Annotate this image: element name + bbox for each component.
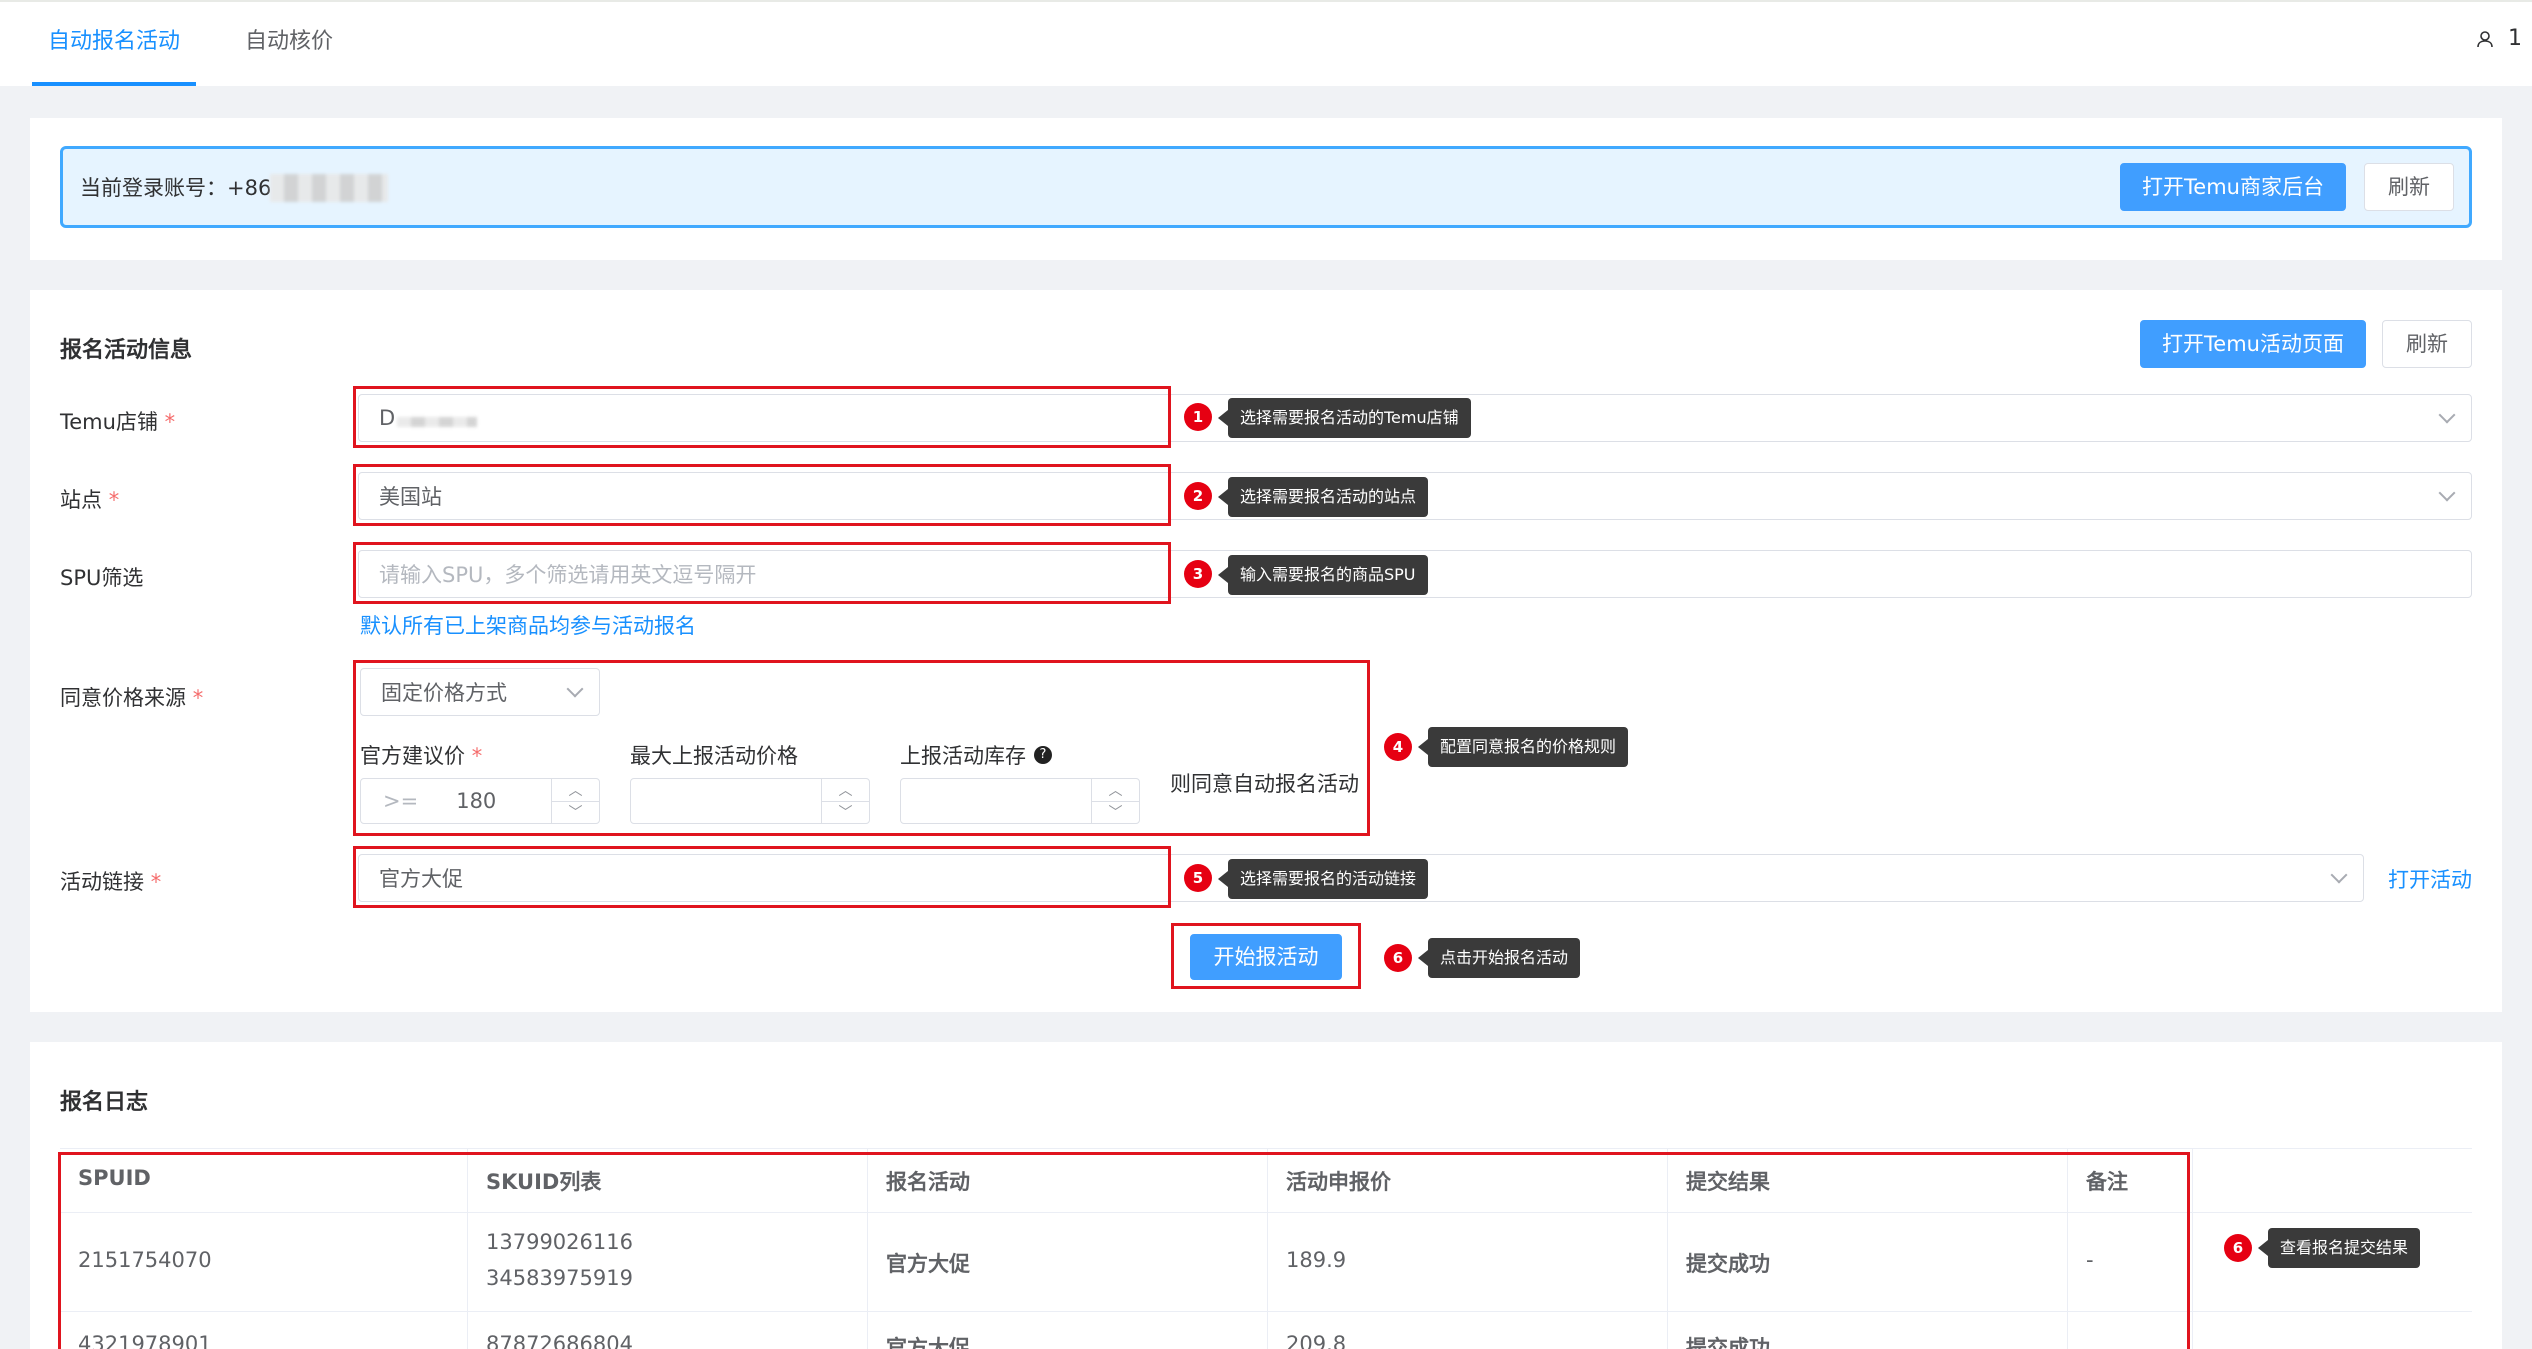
highlight-box-activity-link bbox=[353, 846, 1171, 908]
annotation-tip-2: 选择需要报名活动的站点 bbox=[1217, 477, 1429, 517]
max-price-stepper[interactable]: ︿ ﹀ bbox=[821, 779, 869, 823]
start-signup-button[interactable]: 开始报活动 bbox=[1190, 934, 1342, 980]
chevron-down-icon[interactable]: ﹀ bbox=[1092, 802, 1139, 824]
account-refresh-button[interactable]: 刷新 bbox=[2364, 163, 2454, 211]
annotation-badge-6: 6 bbox=[1384, 944, 1412, 972]
price-source-value: 固定价格方式 bbox=[381, 681, 507, 705]
annotation-tip-7: 查看报名提交结果 bbox=[2257, 1228, 2421, 1268]
chevron-down-icon bbox=[566, 680, 584, 698]
chevron-down-icon bbox=[2438, 484, 2456, 502]
spu-label: SPU筛选 bbox=[60, 566, 144, 590]
account-banner bbox=[60, 146, 2472, 228]
official-price-label: 官方建议价 * bbox=[360, 744, 483, 768]
user-label: 1 bbox=[2508, 26, 2522, 51]
official-price-stepper[interactable]: ︿ ﹀ bbox=[551, 779, 599, 823]
chevron-down-icon[interactable]: ﹀ bbox=[822, 802, 869, 824]
annotation-badge-3: 3 bbox=[1184, 560, 1212, 588]
open-temu-backend-button[interactable]: 打开Temu商家后台 bbox=[2120, 163, 2346, 211]
account-label: 当前登录账号：+86 bbox=[80, 176, 272, 200]
annotation-badge-5: 5 bbox=[1184, 864, 1212, 892]
agree-text: 则同意自动报名活动 bbox=[1170, 772, 1359, 796]
chevron-down-icon bbox=[2438, 406, 2456, 424]
tab-auto-signup[interactable]: 自动报名活动 bbox=[32, 2, 196, 86]
masked-phone-number bbox=[270, 174, 388, 202]
help-icon[interactable]: ? bbox=[1034, 746, 1052, 764]
chevron-up-icon[interactable]: ︿ bbox=[1092, 779, 1139, 802]
annotation-tip-4: 配置同意报名的价格规则 bbox=[1417, 727, 1629, 767]
open-temu-activity-page-button[interactable]: 打开Temu活动页面 bbox=[2140, 320, 2366, 368]
spu-hint-text: 默认所有已上架商品均参与活动报名 bbox=[360, 614, 696, 638]
annotation-tip-3: 输入需要报名的商品SPU bbox=[1218, 555, 1428, 595]
official-price-input[interactable]: >= 180 ︿ ﹀ bbox=[360, 778, 600, 824]
max-price-label: 最大上报活动价格 bbox=[630, 744, 798, 768]
table-col-divider bbox=[2192, 1148, 2193, 1349]
highlight-box-store bbox=[353, 386, 1171, 448]
stock-stepper[interactable]: ︿ ﹀ bbox=[1091, 779, 1139, 823]
annotation-badge-2: 2 bbox=[1184, 482, 1212, 510]
annotation-badge-4: 4 bbox=[1384, 733, 1412, 761]
info-refresh-button[interactable]: 刷新 bbox=[2382, 320, 2472, 368]
open-activity-link[interactable]: 打开活动 bbox=[2388, 864, 2472, 894]
highlight-box-log-table bbox=[58, 1152, 2190, 1349]
table-border-top bbox=[60, 1148, 2472, 1149]
annotation-badge-7: 6 bbox=[2224, 1234, 2252, 1262]
user-icon bbox=[2477, 30, 2493, 47]
compare-operator: >= bbox=[383, 789, 419, 813]
annotation-badge-1: 1 bbox=[1184, 403, 1212, 431]
store-label: Temu店铺 * bbox=[60, 410, 176, 434]
top-tab-bar bbox=[0, 0, 2532, 86]
chevron-up-icon[interactable]: ︿ bbox=[822, 779, 869, 802]
site-label: 站点 * bbox=[60, 488, 120, 512]
max-price-input[interactable]: ︿ ﹀ bbox=[630, 778, 870, 824]
user-menu[interactable]: 1 bbox=[2476, 26, 2522, 51]
highlight-box-site bbox=[353, 464, 1171, 526]
signup-log-title: 报名日志 bbox=[60, 1090, 149, 1115]
chevron-up-icon[interactable]: ︿ bbox=[552, 779, 599, 802]
highlight-box-spu bbox=[353, 542, 1171, 604]
tab-auto-pricing[interactable]: 自动核价 bbox=[234, 2, 344, 86]
activity-info-title: 报名活动信息 bbox=[60, 338, 193, 363]
annotation-tip-1: 选择需要报名活动的Temu店铺 bbox=[1218, 398, 1471, 438]
price-source-select[interactable]: 固定价格方式 bbox=[360, 668, 600, 716]
chevron-down-icon[interactable]: ﹀ bbox=[552, 802, 599, 824]
price-source-label: 同意价格来源 * bbox=[60, 686, 204, 710]
official-price-value: 180 bbox=[456, 789, 497, 813]
annotation-tip-6: 点击开始报名活动 bbox=[1417, 938, 1581, 978]
annotation-tip-5: 选择需要报名的活动链接 bbox=[1217, 859, 1429, 899]
chevron-down-icon bbox=[2330, 866, 2348, 884]
activity-link-label: 活动链接 * bbox=[60, 870, 162, 894]
stock-label: 上报活动库存 ? bbox=[900, 740, 1052, 770]
stock-input[interactable]: ︿ ﹀ bbox=[900, 778, 1140, 824]
